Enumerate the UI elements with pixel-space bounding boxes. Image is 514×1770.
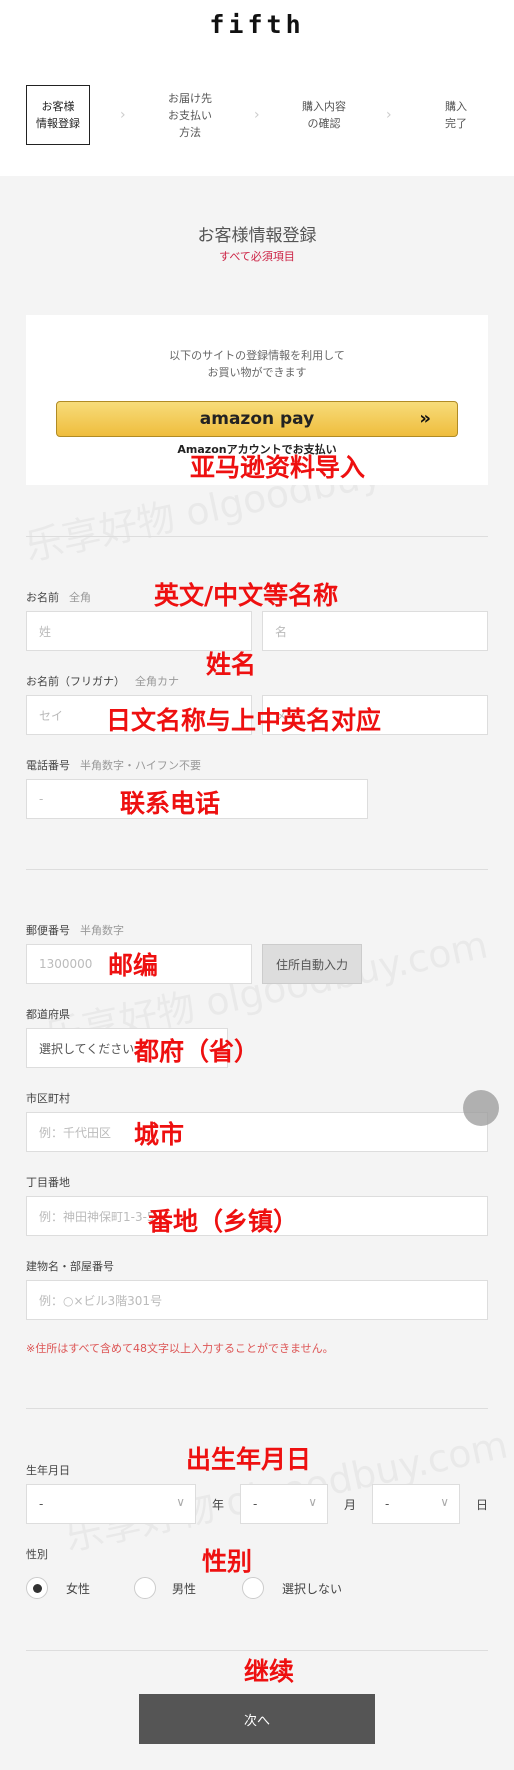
chevron-down-icon: ∨ bbox=[440, 1495, 449, 1509]
required-note: すべて必須項目 bbox=[219, 250, 295, 263]
prefecture-value: 選択してください bbox=[39, 1041, 135, 1056]
name-label: お名前 全角 bbox=[26, 591, 91, 604]
chevron-down-icon: ∨ bbox=[176, 1495, 185, 1509]
birth-year-select[interactable]: - ∨ bbox=[26, 1484, 196, 1524]
step-text: 方法 bbox=[179, 125, 201, 139]
gender-option-label[interactable]: 女性 bbox=[66, 1580, 90, 1597]
annotation-zip: 邮编 bbox=[108, 951, 159, 980]
annotation-amazon: 亚马逊资料导入 bbox=[190, 453, 366, 482]
annotation-birthday: 出生年月日 bbox=[186, 1445, 312, 1474]
gender-option-label[interactable]: 男性 bbox=[172, 1580, 196, 1597]
building-label: 建物名・部屋番号 bbox=[26, 1260, 114, 1273]
chevron-right-icon: › bbox=[386, 107, 392, 123]
divider bbox=[26, 869, 488, 870]
zip-label: 郵便番号 半角数字 bbox=[26, 924, 124, 937]
gender-radio-male[interactable] bbox=[134, 1577, 156, 1599]
amazon-intro-text: 以下のサイトの登録情報を利用して bbox=[169, 349, 345, 362]
divider bbox=[26, 1650, 488, 1651]
step-complete: 購入 完了 bbox=[416, 85, 496, 145]
step-text: 完了 bbox=[445, 117, 467, 130]
birth-month-select[interactable]: - ∨ bbox=[240, 1484, 328, 1524]
annotation-kana: 日文名称与上中英名对应 bbox=[106, 706, 382, 735]
annotation-street: 番地（乡镇） bbox=[148, 1207, 299, 1236]
chevron-right-icon: › bbox=[120, 107, 126, 123]
step-text: お客様 bbox=[41, 100, 75, 113]
double-chevron-right-icon: » bbox=[419, 408, 431, 429]
step-text: お届け先 bbox=[168, 91, 212, 105]
step-customer-info: お客様 情報登録 bbox=[26, 85, 90, 145]
step-text: 購入内容 bbox=[302, 100, 346, 113]
divider bbox=[26, 536, 488, 537]
page-title: お客様情報登録 bbox=[197, 226, 317, 246]
city-input[interactable]: 例：千代田区 bbox=[26, 1112, 488, 1152]
annotation-lastname: 姓名 bbox=[206, 650, 257, 679]
phone-label: 電話番号 半角数字・ハイフン不要 bbox=[26, 759, 201, 772]
gender-option-label[interactable]: 選択しない bbox=[282, 1580, 342, 1597]
address-warning: ※住所はすべて含めて48文字以上入力することができません。 bbox=[26, 1342, 334, 1355]
step-confirm: 購入内容 の確認 bbox=[284, 85, 364, 145]
annotation-next: 继续 bbox=[244, 1657, 295, 1686]
amazon-pay-button[interactable]: amazon pay » bbox=[56, 401, 458, 437]
birth-month-value: - bbox=[253, 1497, 258, 1511]
annotation-phone: 联系电话 bbox=[120, 789, 221, 818]
next-button[interactable]: 次へ bbox=[139, 1694, 375, 1744]
step-text: 購入 bbox=[445, 100, 467, 113]
day-unit: 日 bbox=[476, 1498, 489, 1512]
birth-day-value: - bbox=[385, 1497, 390, 1511]
birthday-label: 生年月日 bbox=[26, 1464, 70, 1477]
annotation-gender: 性别 bbox=[202, 1547, 253, 1576]
annotation-name: 英文/中文等名称 bbox=[154, 581, 339, 610]
step-text: の確認 bbox=[307, 117, 341, 130]
annotation-city: 城市 bbox=[134, 1120, 185, 1149]
address-autofill-button[interactable]: 住所自動入力 bbox=[262, 944, 362, 984]
gender-label: 性別 bbox=[26, 1548, 48, 1561]
annotation-prefecture: 都府（省） bbox=[134, 1037, 260, 1066]
city-label: 市区町村 bbox=[26, 1092, 70, 1105]
gender-radio-female[interactable] bbox=[26, 1577, 48, 1599]
amazon-pay-logo: amazon pay bbox=[199, 409, 315, 429]
birth-year-value: - bbox=[39, 1497, 44, 1511]
amazon-intro-text: お買い物ができます bbox=[207, 366, 307, 379]
prefecture-label: 都道府県 bbox=[26, 1008, 70, 1021]
kana-label: お名前（フリガナ） 全角カナ bbox=[26, 675, 179, 688]
step-delivery-payment: お届け先 お支払い 方法 bbox=[150, 82, 230, 148]
step-text: お支払い bbox=[168, 108, 212, 122]
birth-day-select[interactable]: - ∨ bbox=[372, 1484, 460, 1524]
site-logo[interactable]: fifth bbox=[0, 10, 514, 39]
street-label: 丁目番地 bbox=[26, 1176, 70, 1189]
divider bbox=[26, 1408, 488, 1409]
gender-radio-none[interactable] bbox=[242, 1577, 264, 1599]
scroll-top-button[interactable] bbox=[463, 1090, 499, 1126]
chevron-down-icon: ∨ bbox=[308, 1495, 317, 1509]
first-name-input[interactable]: 名 bbox=[262, 611, 488, 651]
chevron-right-icon: › bbox=[254, 107, 260, 123]
step-text: 情報登録 bbox=[36, 117, 80, 130]
building-input[interactable]: 例：○×ビル3階301号 bbox=[26, 1280, 488, 1320]
year-unit: 年 bbox=[212, 1498, 225, 1512]
month-unit: 月 bbox=[344, 1498, 357, 1512]
